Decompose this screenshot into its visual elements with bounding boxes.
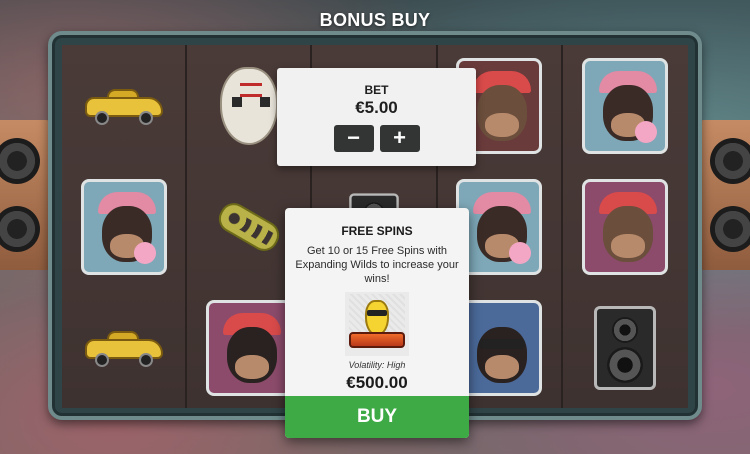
free-spins-banana-icon (345, 292, 409, 356)
increase-bet-button[interactable]: + (379, 125, 420, 152)
decrease-bet-button[interactable]: − (333, 125, 374, 152)
feature-title: FREE SPINS (341, 224, 413, 238)
background-speaker-right (698, 120, 750, 270)
bet-panel: BET €5.00 − + (277, 68, 476, 166)
reel-5 (562, 45, 688, 408)
symbol-ape-cap-gum (62, 166, 185, 287)
bet-value: €5.00 (355, 98, 398, 117)
feature-description: Get 10 or 15 Free Spins with Expanding W… (295, 245, 459, 285)
bet-controls: − + (277, 125, 476, 152)
symbol-car (62, 45, 185, 166)
symbol-ape-cap-gum (563, 45, 688, 166)
feature-price: €500.00 (346, 373, 408, 392)
symbol-ape-cap (563, 166, 688, 287)
page-title: BONUS BUY (319, 10, 431, 30)
free-spins-card[interactable]: FREE SPINS Get 10 or 15 Free Spins with … (285, 208, 469, 438)
volatility-label: Volatility: High (348, 360, 406, 370)
symbol-speaker (563, 287, 688, 408)
background-speaker-left (0, 120, 52, 270)
symbol-car (62, 287, 185, 408)
bet-label: BET (364, 83, 389, 97)
buy-button[interactable]: BUY (285, 396, 469, 438)
reel-1 (62, 45, 188, 408)
